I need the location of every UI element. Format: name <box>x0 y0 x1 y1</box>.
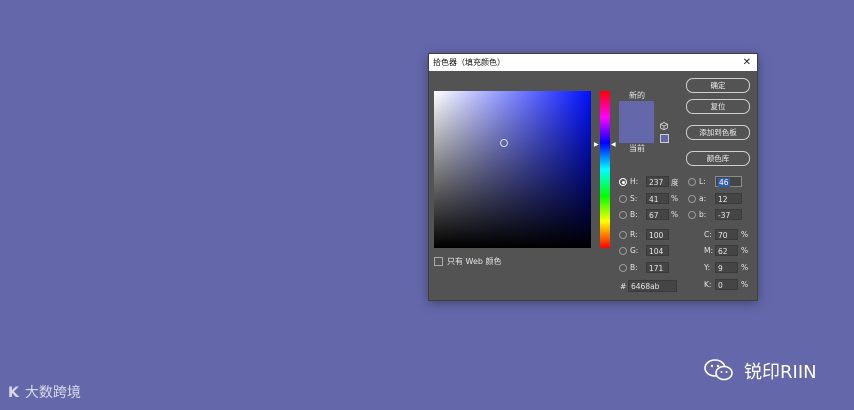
l-radio[interactable] <box>688 178 696 186</box>
s-label: S: <box>630 194 638 203</box>
out-of-gamut-cube-icon[interactable] <box>660 122 668 130</box>
lab-b-label: b: <box>699 210 707 219</box>
lab-b-radio[interactable] <box>688 211 696 219</box>
r-input[interactable]: 100 <box>646 229 669 240</box>
h-input[interactable]: 237 <box>646 176 669 187</box>
s-unit: % <box>671 194 679 203</box>
b-label: B: <box>630 210 638 219</box>
hue-slider-left-arrow-icon[interactable]: ▶ <box>594 142 599 148</box>
m-label: M: <box>704 246 713 255</box>
r-label: R: <box>630 230 638 239</box>
add-to-swatches-button[interactable]: 添加到色板 <box>686 125 750 140</box>
h-unit: 度 <box>671 178 679 187</box>
l-label: L: <box>699 177 706 186</box>
rgb-b-radio[interactable] <box>619 264 627 272</box>
color-field-cursor[interactable] <box>500 139 508 147</box>
m-input[interactable]: 62 <box>715 245 738 256</box>
rgb-b-label: B: <box>630 263 638 272</box>
web-safe-swatch[interactable] <box>660 134 669 143</box>
a-label: a: <box>699 194 707 203</box>
dialog-title: 拾色器（填充颜色） <box>433 58 505 67</box>
b-unit: % <box>671 210 679 219</box>
r-radio[interactable] <box>619 231 627 239</box>
lab-b-input[interactable]: -37 <box>715 209 742 220</box>
saturation-brightness-field[interactable] <box>434 91 591 248</box>
ok-button[interactable]: 确定 <box>686 78 750 93</box>
c-label: C: <box>704 230 712 239</box>
watermark-right-text: 锐印RIIN <box>744 362 817 383</box>
dialog-titlebar: 拾色器（填充颜色） ✕ <box>429 54 757 71</box>
brand-logo-icon: K <box>8 385 19 401</box>
l-input[interactable]: 46 <box>715 176 742 187</box>
current-color-label: 当前 <box>629 144 645 153</box>
m-unit: % <box>741 246 749 255</box>
k-unit: % <box>741 280 749 289</box>
h-label: H: <box>630 177 639 186</box>
color-picker-dialog: 拾色器（填充颜色） ✕ ▶ ◀ 只有 Web 颜色 新的 当前 确定 复位 添加… <box>428 53 758 301</box>
hue-slider[interactable] <box>600 91 610 248</box>
b-input[interactable]: 67 <box>646 209 669 220</box>
a-input[interactable]: 12 <box>715 193 742 204</box>
hex-input[interactable]: 6468ab <box>628 280 677 292</box>
hue-slider-right-arrow-icon[interactable]: ◀ <box>611 142 616 148</box>
hex-label: # <box>620 282 627 291</box>
g-label: G: <box>630 246 639 255</box>
k-input[interactable]: 0 <box>715 279 738 290</box>
rgb-b-input[interactable]: 171 <box>646 262 669 273</box>
reset-button[interactable]: 复位 <box>686 99 750 114</box>
y-unit: % <box>741 263 749 272</box>
web-only-label: 只有 Web 颜色 <box>447 257 502 266</box>
y-label: Y: <box>704 263 711 272</box>
new-color-label: 新的 <box>629 91 645 100</box>
wechat-icon <box>704 359 733 381</box>
h-radio[interactable] <box>619 178 627 186</box>
watermark-left-text: 大数跨境 <box>24 385 81 401</box>
c-input[interactable]: 70 <box>715 229 738 240</box>
checkbox-icon[interactable] <box>434 257 443 266</box>
l-input-value: 46 <box>718 178 730 187</box>
web-only-checkbox[interactable]: 只有 Web 颜色 <box>434 256 502 267</box>
s-radio[interactable] <box>619 195 627 203</box>
g-radio[interactable] <box>619 247 627 255</box>
b-radio[interactable] <box>619 211 627 219</box>
current-color-swatch[interactable] <box>619 122 654 143</box>
watermark-left: K 大数跨境 <box>8 382 81 402</box>
c-unit: % <box>741 230 749 239</box>
y-input[interactable]: 9 <box>715 262 738 273</box>
k-label: K: <box>704 280 712 289</box>
g-input[interactable]: 104 <box>646 245 669 256</box>
new-color-swatch <box>619 101 654 122</box>
close-icon[interactable]: ✕ <box>743 54 751 71</box>
s-input[interactable]: 41 <box>646 193 669 204</box>
color-libraries-button[interactable]: 颜色库 <box>686 151 750 166</box>
a-radio[interactable] <box>688 195 696 203</box>
